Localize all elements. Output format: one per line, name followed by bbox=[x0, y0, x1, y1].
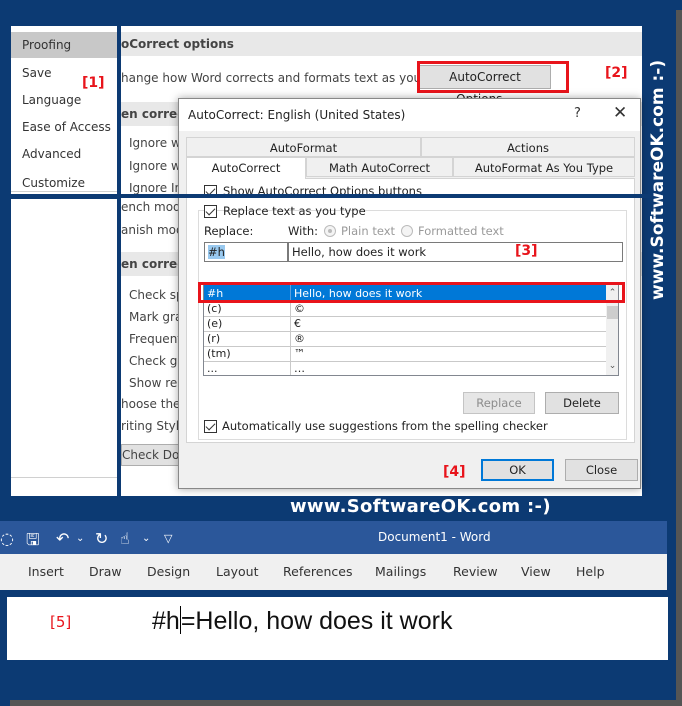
ribbon-tab-help[interactable]: Help bbox=[576, 564, 605, 579]
list-item[interactable]: (c) © bbox=[204, 302, 606, 317]
list-item[interactable]: (r) ® bbox=[204, 332, 606, 347]
touch-dropdown-icon[interactable]: ⌄ bbox=[142, 533, 150, 544]
auto-suggest-checkbox[interactable] bbox=[204, 420, 217, 433]
list-item[interactable]: (tm) ™ bbox=[204, 347, 606, 362]
replace-input-value: #h bbox=[208, 245, 225, 259]
entry-to: … bbox=[290, 362, 606, 375]
list-item[interactable]: ... … bbox=[204, 362, 606, 375]
formatted-text-label: Formatted text bbox=[418, 224, 504, 238]
option-frequently-confused[interactable]: Frequentl bbox=[129, 332, 185, 346]
options-nav-lower bbox=[11, 199, 117, 496]
replace-button[interactable]: Replace bbox=[463, 392, 535, 414]
autosave-icon[interactable]: ◌ bbox=[0, 529, 14, 548]
with-input[interactable]: Hello, how does it work bbox=[288, 242, 623, 262]
document-area[interactable]: [5] #h=Hello, how does it work bbox=[7, 597, 668, 660]
word-titlebar: ◌ 🖫 ↶ ⌄ ↻ ☝ ⌄ ▽ Document1 - Word bbox=[0, 521, 667, 554]
tab-autoformat[interactable]: AutoFormat bbox=[186, 137, 421, 157]
nav-customize-ribbon[interactable]: Customize Ribbon bbox=[11, 170, 117, 216]
nav-advanced[interactable]: Advanced bbox=[11, 141, 117, 167]
help-icon[interactable]: ? bbox=[574, 106, 581, 121]
nav-divider bbox=[11, 477, 117, 478]
with-label: With: bbox=[288, 224, 318, 238]
dialog-titlebar[interactable]: AutoCorrect: English (United States) ? ✕ bbox=[179, 99, 640, 131]
entry-from: (tm) bbox=[207, 347, 231, 360]
tab-autoformat-as-you-type[interactable]: AutoFormat As You Type bbox=[453, 157, 635, 177]
undo-icon[interactable]: ↶ bbox=[56, 529, 69, 548]
tab-actions[interactable]: Actions bbox=[421, 137, 635, 157]
doc-text-before: #h bbox=[152, 607, 180, 635]
check-document-button[interactable]: Check Docu bbox=[121, 444, 181, 466]
nav-proofing[interactable]: Proofing bbox=[11, 32, 117, 58]
plain-text-label: Plain text bbox=[341, 224, 396, 238]
ribbon-tab-layout[interactable]: Layout bbox=[216, 564, 259, 579]
entry-to: € bbox=[290, 317, 606, 331]
option-check-spelling[interactable]: Check sp bbox=[129, 288, 184, 302]
annotation-1: [1] bbox=[82, 75, 105, 91]
auto-suggest-label: Automatically use suggestions from the s… bbox=[222, 419, 548, 433]
save-icon[interactable]: 🖫 bbox=[26, 529, 40, 556]
formatted-text-radio[interactable] bbox=[401, 225, 413, 237]
autocorrect-description: hange how Word corrects and formats text… bbox=[121, 71, 456, 85]
customize-qat-icon[interactable]: ▽ bbox=[164, 532, 172, 545]
ribbon-tab-draw[interactable]: Draw bbox=[89, 564, 122, 579]
entry-to: ® bbox=[290, 332, 606, 346]
close-button[interactable]: Close bbox=[565, 459, 638, 481]
document-text[interactable]: #h=Hello, how does it work bbox=[152, 606, 452, 636]
entry-from: (e) bbox=[207, 317, 223, 330]
frame-divider bbox=[117, 26, 121, 498]
annotation-3: [3] bbox=[515, 243, 538, 259]
ribbon-tab-view[interactable]: View bbox=[521, 564, 551, 579]
tab-autocorrect[interactable]: AutoCorrect bbox=[186, 157, 306, 179]
ribbon-tab-design[interactable]: Design bbox=[147, 564, 190, 579]
dialog-title: AutoCorrect: English (United States) bbox=[188, 108, 406, 122]
doc-text-after: =Hello, how does it work bbox=[180, 607, 453, 635]
entry-from: ... bbox=[207, 362, 218, 375]
replace-as-type-label: Replace text as you type bbox=[223, 204, 366, 218]
entry-from: (c) bbox=[207, 302, 222, 315]
ribbon-tab-review[interactable]: Review bbox=[453, 564, 498, 579]
entry-from: (r) bbox=[207, 332, 221, 345]
plain-text-radio[interactable] bbox=[324, 225, 336, 237]
ok-button[interactable]: OK bbox=[481, 459, 554, 481]
undo-dropdown-icon[interactable]: ⌄ bbox=[76, 533, 84, 544]
replace-label: Replace: bbox=[204, 224, 254, 238]
section-autocorrect-title: oCorrect options bbox=[121, 32, 642, 56]
ribbon-tab-insert[interactable]: Insert bbox=[28, 564, 64, 579]
frame-shadow bbox=[10, 700, 682, 706]
option-show-readability[interactable]: Show rea bbox=[129, 376, 185, 390]
entry-to: ™ bbox=[290, 347, 606, 361]
option-mark-grammar[interactable]: Mark gra bbox=[129, 310, 182, 324]
watermark-side: www.SoftwareOK.com :-) bbox=[648, 59, 668, 300]
writing-style-label: riting Style bbox=[121, 419, 187, 433]
scroll-thumb[interactable] bbox=[607, 306, 618, 319]
frame-top bbox=[0, 0, 682, 26]
annotation-5: [5] bbox=[50, 613, 72, 631]
touch-mode-icon[interactable]: ☝ bbox=[120, 529, 130, 548]
window-title: Document1 - Word bbox=[378, 530, 491, 544]
frame-shadow bbox=[676, 10, 682, 706]
option-spanish-modes[interactable]: anish mod bbox=[121, 223, 184, 237]
ribbon-tab-mailings[interactable]: Mailings bbox=[375, 564, 426, 579]
close-icon[interactable]: ✕ bbox=[613, 103, 627, 123]
delete-button[interactable]: Delete bbox=[545, 392, 619, 414]
highlight-box-selected-entry bbox=[198, 282, 625, 303]
annotation-2: [2] bbox=[605, 65, 628, 81]
ribbon-tab-references[interactable]: References bbox=[283, 564, 352, 579]
entry-to: © bbox=[290, 302, 606, 316]
tab-math-autocorrect[interactable]: Math AutoCorrect bbox=[306, 157, 453, 177]
redo-icon[interactable]: ↻ bbox=[95, 529, 108, 548]
frame-divider bbox=[0, 194, 660, 198]
annotation-4: [4] bbox=[443, 464, 466, 480]
list-item[interactable]: (e) € bbox=[204, 317, 606, 332]
replace-as-type-checkbox[interactable] bbox=[204, 205, 217, 218]
options-nav: Proofing Save Language Ease of Access Ad… bbox=[11, 26, 117, 216]
word-ribbon: Insert Draw Design Layout References Mai… bbox=[0, 554, 667, 590]
replace-input[interactable]: #h bbox=[204, 242, 288, 262]
nav-ease-of-access[interactable]: Ease of Access bbox=[11, 114, 117, 140]
highlight-box-autocorrect-options bbox=[417, 61, 569, 93]
watermark-footer: www.SoftwareOK.com :-) bbox=[290, 496, 551, 517]
chevron-down-icon[interactable]: ⌄ bbox=[606, 358, 618, 375]
